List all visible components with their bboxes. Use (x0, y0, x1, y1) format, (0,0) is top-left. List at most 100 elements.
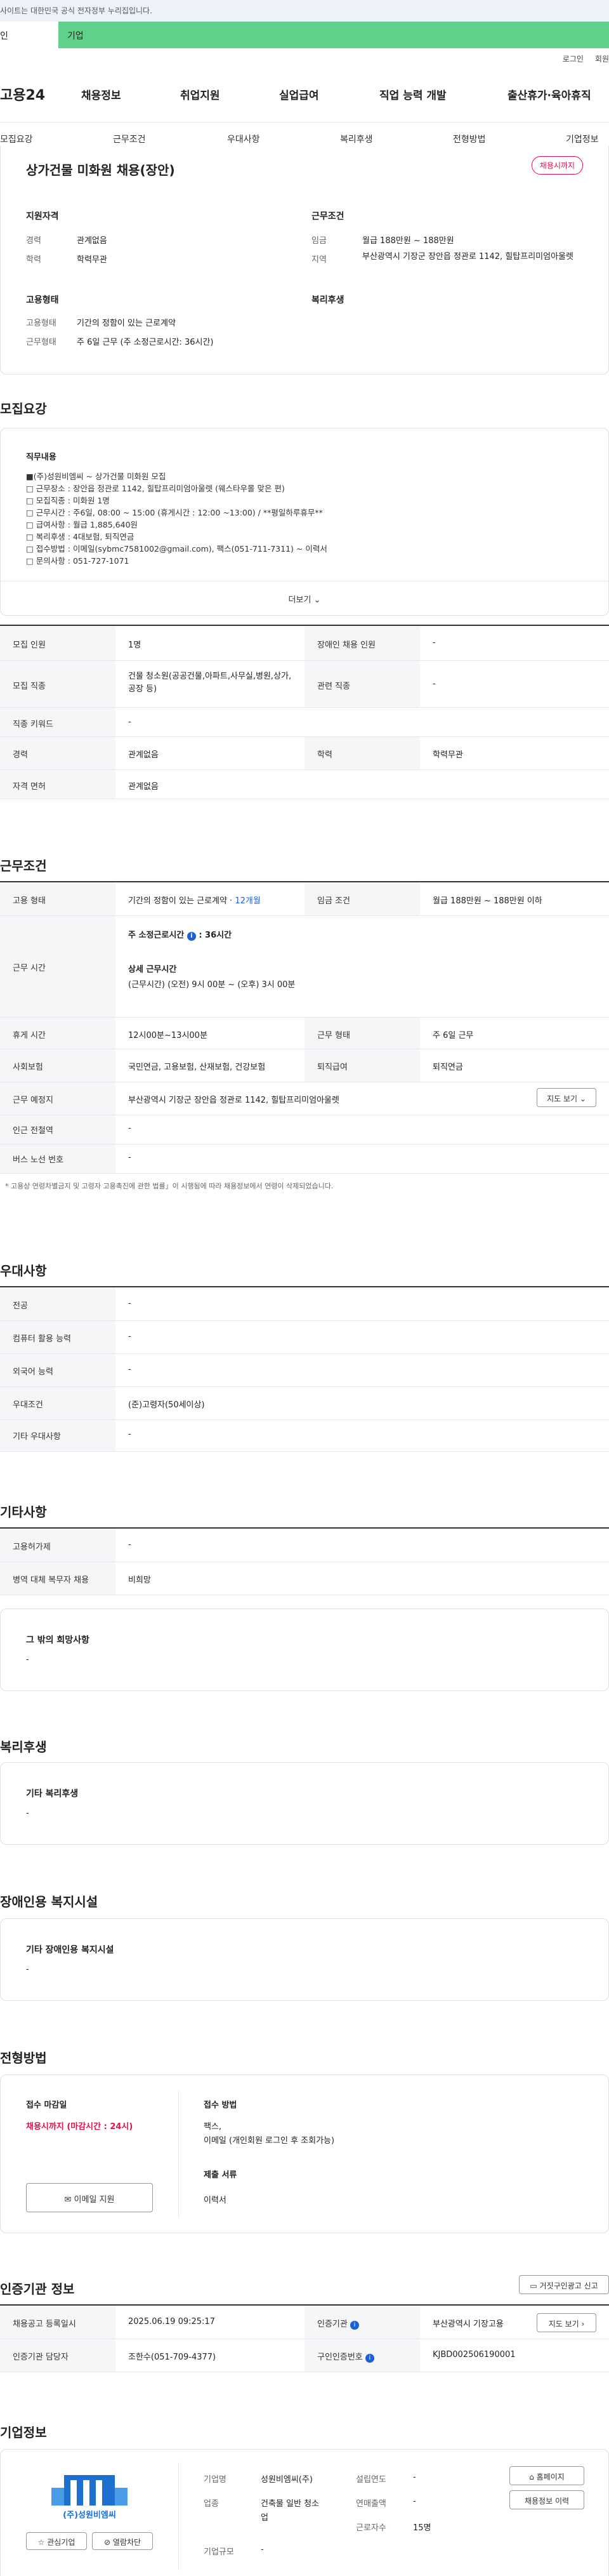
work-permit-label: 고용허가제 (13, 1543, 51, 1552)
favorite-company-button[interactable]: ☆ 관심기업 (26, 2532, 87, 2550)
deadline-value: 채용시까지 (마감시간 : 24시) (26, 2122, 133, 2132)
gnb-menu-employment-support[interactable]: 취업지원 (180, 86, 220, 102)
pref-condition-value: (준)고령자(50세이상) (128, 1400, 205, 1410)
join-link[interactable]: 회원 (595, 55, 609, 63)
military-value: 비희망 (128, 1576, 151, 1585)
homepage-label: 홈페이지 (536, 2473, 565, 2481)
job-desc-title: 직무내용 (26, 453, 56, 462)
tab-individual[interactable]: 인 (0, 22, 58, 48)
block-label: 열람차단 (112, 2538, 141, 2547)
company-logo: (주)성원비엠씨 (26, 2469, 153, 2520)
site-logo[interactable]: 고용24 (0, 84, 45, 104)
cond-wage-value: 월급 188만원 ~ 188만원 (362, 236, 454, 246)
emp-type-label: 고용형태 (26, 319, 56, 328)
anchor-apply[interactable]: 전형방법 (453, 133, 486, 145)
disability-box-title: 기타 장애인용 복지시설 (26, 1945, 114, 1955)
career-label: 경력 (13, 750, 28, 760)
disabled-value: - (433, 638, 436, 647)
anchor-pref[interactable]: 우대사항 (227, 133, 260, 145)
employees-value: 15명 (413, 2523, 431, 2533)
email-apply-button[interactable]: ✉ 이메일 지원 (26, 2183, 153, 2212)
bus-value: - (128, 1153, 131, 1162)
info-icon[interactable]: i (365, 2354, 374, 2363)
industry-value-line2: 업 (261, 2513, 268, 2523)
anchor-work[interactable]: 근무조건 (113, 133, 146, 145)
education-label: 학력 (317, 750, 332, 760)
job-title: 상가건물 미화원 채용(장안) (26, 163, 175, 178)
retirement-value: 퇴직연금 (433, 1063, 463, 1072)
company-name-label: 기업명 (204, 2475, 226, 2485)
detail-hours-label: 상세 근무시간 (128, 965, 177, 974)
other-wishes-card: 그 밖의 희망사항 - (0, 1609, 609, 1691)
favorite-label: 관심기업 (47, 2538, 75, 2547)
welfare-summary-title: 복리후생 (311, 295, 344, 305)
welfare-card: 기타 복리후생 - (0, 1762, 609, 1845)
global-nav: 고용24 채용정보 취업지원 실업급여 직업 능력 개발 출산휴가·육아휴직 (0, 81, 609, 114)
pref-language-label: 외국어 능력 (13, 1367, 53, 1377)
detail-hours-value: (근무시간) (오전) 9시 00분 ~ (오후) 3시 00분 (128, 980, 296, 990)
welfare-section-title: 복리후생 (0, 1739, 47, 1755)
insurance-label: 사회보험 (13, 1063, 43, 1072)
gnb-menu-parental-leave[interactable]: 출산휴가·육아휴직 (508, 86, 591, 102)
license-label: 자격 면허 (13, 782, 46, 792)
job-history-button[interactable]: 채용정보 이력 (509, 2490, 584, 2509)
tab-company[interactable]: 기업 (58, 22, 609, 48)
emp-months: 12개월 (235, 896, 261, 906)
gnb-menu-unemployment-benefit[interactable]: 실업급여 (279, 86, 319, 102)
break-value: 12시00분~13시00분 (128, 1031, 207, 1040)
more-button[interactable]: 더보기 ⌄ (1, 581, 608, 615)
break-label: 휴게 시간 (13, 1031, 46, 1040)
homepage-button[interactable]: ⌂ 홈페이지 (509, 2466, 584, 2485)
industry-label: 업종 (204, 2499, 219, 2509)
star-icon: ☆ (37, 2538, 45, 2547)
cert-org-value: 부산광역시 기장고용 (433, 2320, 504, 2329)
gnb-menu-vocational-training[interactable]: 직업 능력 개발 (379, 86, 447, 102)
map-button[interactable]: 지도 보기 ⌄ (537, 1088, 596, 1107)
cert-map-button[interactable]: 지도 보기 › (537, 2313, 596, 2332)
job-desc-line: ■(주)성원비엠씨 ~ 상가건물 미화원 모집 (26, 472, 166, 481)
disability-section-title: 장애인용 복지시설 (0, 1894, 98, 1909)
bus-label: 버스 노선 번호 (13, 1155, 64, 1165)
method-title: 접수 방법 (204, 2101, 237, 2110)
emp-type-value: 기간의 정함이 있는 근로계약 (77, 319, 176, 328)
qual-career-value: 관계없음 (77, 236, 107, 246)
chevron-right-icon: › (581, 2320, 585, 2328)
employees-label: 근로자수 (356, 2523, 386, 2533)
work-permit-value: - (128, 1540, 131, 1550)
home-icon: ⌂ (529, 2473, 534, 2481)
work-type-label: 근무형태 (26, 338, 56, 347)
company-section-title: 기업정보 (0, 2425, 47, 2440)
job-desc-line: □ 급여사항 : 월급 1,885,640원 (26, 520, 138, 529)
job-type-value: 건물 청소원(공공건물,아파트,사무실,병원,상가,공장 등) (128, 672, 292, 694)
license-value: 관계없음 (128, 782, 159, 792)
founded-label: 설립연도 (356, 2475, 386, 2485)
sales-value: - (413, 2497, 416, 2506)
pref-computer-label: 컴퓨터 활용 능력 (13, 1334, 71, 1344)
anchor-company[interactable]: 기업정보 (566, 133, 599, 145)
anchor-welfare[interactable]: 복리후생 (340, 133, 373, 145)
anchor-recruit[interactable]: 모집요강 (0, 133, 33, 145)
emp-form-text: 기간의 정함이 있는 근로계약 · (128, 896, 235, 906)
company-size-label: 기업규모 (204, 2547, 234, 2557)
method-value-email: 이메일 (개인회원 로그인 후 조회가능) (204, 2136, 335, 2146)
job-description-card: 직무내용 ■(주)성원비엠씨 ~ 상가건물 미화원 모집 □ 근무장소 : 장안… (0, 428, 609, 616)
pref-etc-value: - (128, 1430, 131, 1439)
info-icon[interactable]: i (187, 932, 196, 941)
gnb-menu-jobs[interactable]: 채용정보 (81, 86, 121, 102)
report-button[interactable]: ▭ 거짓구인광고 신고 (519, 2275, 609, 2294)
pref-condition-label: 우대조건 (13, 1400, 43, 1410)
wage-value: 월급 188만원 ~ 188만원 이하 (433, 896, 542, 906)
job-desc-line: □ 문의사항 : 051-727-1071 (26, 556, 129, 566)
weekly-hours: 주 소정근로시간 i : 36시간 (128, 928, 232, 941)
related-job-label: 관련 직종 (317, 682, 350, 691)
pref-major-label: 전공 (13, 1301, 28, 1311)
manager-value: 조한수(051-709-4377) (128, 2353, 216, 2362)
info-icon[interactable]: i (350, 2321, 359, 2330)
workplace-value: 부산광역시 기장군 장안읍 정관로 1142, 힐탑프리미엄아울렛 (128, 1096, 339, 1105)
subway-label: 인근 전철역 (13, 1126, 53, 1136)
block-company-button[interactable]: ⊘ 열람차단 (92, 2532, 153, 2550)
career-value: 관계없음 (128, 750, 159, 760)
login-link[interactable]: 로그인 (563, 55, 584, 63)
disabled-label: 장애인 채용 인원 (317, 641, 376, 650)
keyword-label: 직종 키워드 (13, 720, 53, 729)
